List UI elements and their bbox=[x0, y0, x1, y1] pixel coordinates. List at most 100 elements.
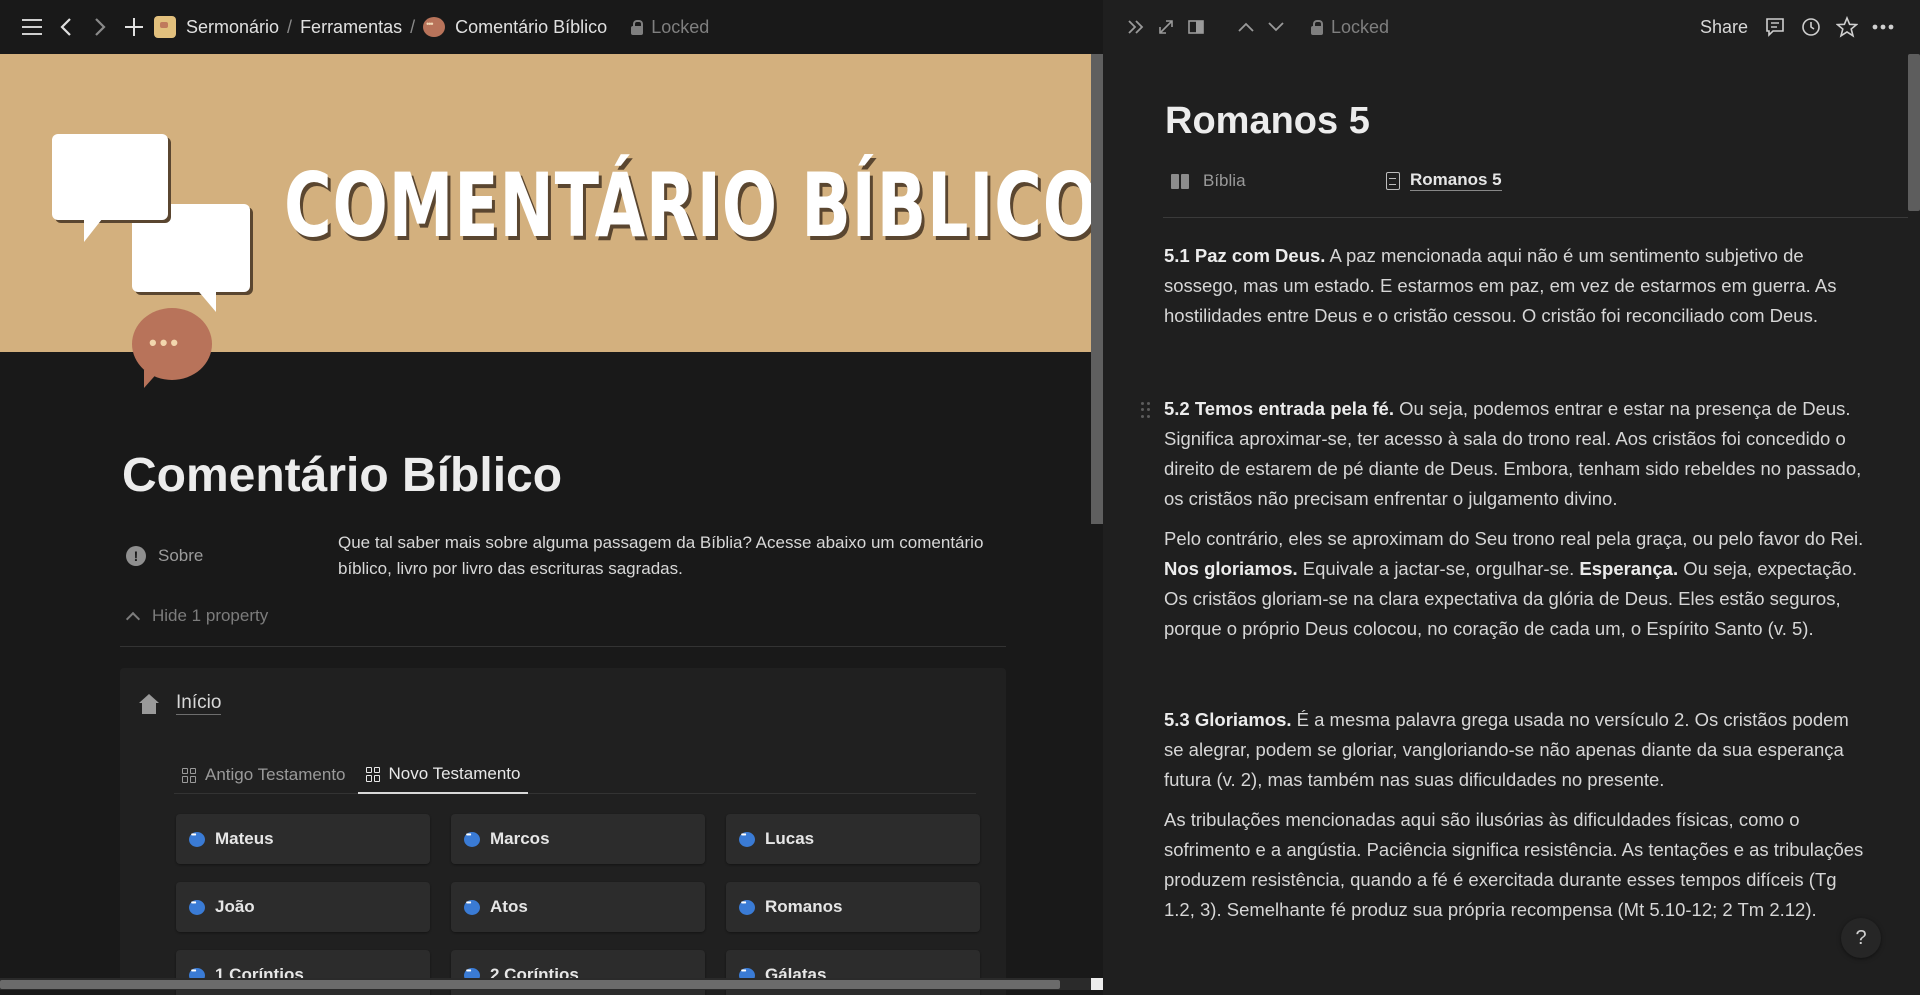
locked-label: Locked bbox=[1331, 16, 1390, 37]
card-label: João bbox=[215, 897, 255, 916]
breadcrumb-ferramentas[interactable]: Ferramentas bbox=[300, 17, 402, 38]
text-block-tribulacoes[interactable]: As tribulações mencionadas aqui são ilus… bbox=[1164, 805, 1864, 925]
scrollbar-corner bbox=[1091, 978, 1103, 990]
text-block-5-1[interactable]: 5.1 Paz com Deus. A paz mencionada aqui … bbox=[1164, 241, 1864, 331]
property-value[interactable]: Que tal saber mais sobre alguma passagem… bbox=[338, 530, 998, 582]
chat-bubble-icon bbox=[739, 831, 755, 847]
relation-value[interactable]: Romanos 5 bbox=[1386, 170, 1502, 191]
property-name[interactable]: ! Sobre bbox=[126, 530, 338, 582]
speech-bubble-icon bbox=[52, 134, 168, 242]
locked-indicator[interactable]: Locked bbox=[631, 17, 709, 38]
divider bbox=[1163, 217, 1908, 218]
document-icon bbox=[1386, 171, 1400, 190]
locked-label: Locked bbox=[651, 16, 710, 37]
tab-antigo-testamento[interactable]: Antigo Testamento bbox=[174, 756, 354, 794]
tab-novo-testamento[interactable]: Novo Testamento bbox=[357, 756, 529, 794]
locked-indicator[interactable]: Locked bbox=[1311, 17, 1389, 38]
chat-bubble-icon bbox=[464, 899, 480, 915]
vertical-scrollbar[interactable] bbox=[1908, 54, 1920, 211]
expand-icon[interactable] bbox=[1151, 12, 1181, 42]
text-block-5-2[interactable]: 5.2 Temos entrada pela fé. Ou seja, pode… bbox=[1164, 394, 1864, 514]
info-icon: ! bbox=[126, 546, 146, 566]
chat-bubble-icon bbox=[189, 899, 205, 915]
verse-heading: 5.3 Gloriamos. bbox=[1164, 709, 1292, 730]
more-options-icon[interactable] bbox=[1868, 12, 1898, 42]
lock-icon bbox=[631, 19, 644, 35]
verse-heading: 5.1 Paz com Deus. bbox=[1164, 245, 1326, 266]
gallery-cards: Mateus Marcos Lucas João Atos Romanos 1 … bbox=[176, 814, 980, 995]
card-label: Mateus bbox=[215, 829, 274, 848]
book-icon bbox=[1171, 173, 1191, 190]
breadcrumb-comentario-biblico[interactable]: Comentário Bíblico bbox=[455, 17, 607, 38]
sermonario-page-icon bbox=[154, 16, 176, 38]
paragraph-text: Pelo contrário, eles se aproximam do Seu… bbox=[1164, 528, 1864, 549]
chat-bubble-icon bbox=[464, 831, 480, 847]
chevron-up-icon[interactable] bbox=[1231, 12, 1261, 42]
emphasis-text: Nos gloriamos. bbox=[1164, 558, 1298, 579]
hide-property-label: Hide 1 property bbox=[152, 606, 269, 625]
card-marcos[interactable]: Marcos bbox=[451, 814, 705, 864]
home-icon bbox=[138, 693, 160, 714]
property-row-sobre: ! Sobre Que tal saber mais sobre alguma … bbox=[126, 530, 1006, 582]
peek-top-bar: Locked Share bbox=[1103, 0, 1920, 54]
menu-icon[interactable] bbox=[18, 13, 46, 41]
emphasis-text: Esperança. bbox=[1579, 558, 1679, 579]
tab-label: Novo Testamento bbox=[388, 764, 521, 783]
card-label: Atos bbox=[490, 897, 528, 916]
card-label: Lucas bbox=[765, 829, 815, 848]
side-peek-layout-icon[interactable] bbox=[1181, 12, 1211, 42]
chevron-up-icon bbox=[125, 611, 141, 627]
chevron-down-icon[interactable] bbox=[1261, 12, 1291, 42]
cover-banner-text: COMENTÁRIO BÍBLICO bbox=[284, 154, 1099, 257]
text-block-5-3[interactable]: 5.3 Gloriamos. É a mesma palavra grega u… bbox=[1164, 705, 1864, 795]
card-romanos[interactable]: Romanos bbox=[726, 882, 980, 932]
comment-icon[interactable] bbox=[1760, 12, 1790, 42]
gallery-icon bbox=[365, 766, 381, 782]
vertical-scrollbar[interactable] bbox=[1091, 54, 1103, 524]
comentario-page-icon bbox=[423, 17, 446, 37]
side-peek-pane: Locked Share Romanos 5 Bíblia Romanos 5 bbox=[1103, 0, 1920, 995]
chat-bubble-icon bbox=[739, 899, 755, 915]
hide-property-toggle[interactable]: Hide 1 property bbox=[125, 606, 269, 627]
gallery-icon bbox=[182, 767, 197, 783]
main-page-pane: Sermonário / Ferramentas / Comentário Bí… bbox=[0, 0, 1103, 995]
breadcrumb-separator: / bbox=[410, 16, 416, 37]
linked-database: Início Antigo Testamento Novo Testamento… bbox=[120, 668, 1006, 995]
card-atos[interactable]: Atos bbox=[451, 882, 705, 932]
peek-properties: Bíblia Romanos 5 bbox=[1171, 170, 1920, 191]
card-label: Marcos bbox=[490, 829, 550, 848]
close-peek-double-chevron-icon[interactable] bbox=[1121, 12, 1151, 42]
database-view-tabs: Antigo Testamento Novo Testamento bbox=[174, 756, 976, 794]
breadcrumb-separator: / bbox=[287, 16, 293, 37]
relation-property[interactable]: Bíblia bbox=[1171, 170, 1386, 191]
card-joao[interactable]: João bbox=[176, 882, 430, 932]
database-title[interactable]: Início bbox=[176, 692, 222, 715]
property-name-label: Sobre bbox=[158, 546, 204, 565]
star-icon[interactable] bbox=[1832, 12, 1862, 42]
forward-arrow-icon[interactable] bbox=[86, 13, 114, 41]
share-button[interactable]: Share bbox=[1700, 17, 1748, 38]
plus-icon[interactable] bbox=[120, 13, 148, 41]
relation-value-label: Romanos 5 bbox=[1410, 170, 1502, 191]
history-clock-icon[interactable] bbox=[1796, 12, 1826, 42]
text-block-5-2-continued[interactable]: Pelo contrário, eles se aproximam do Seu… bbox=[1164, 524, 1864, 644]
horizontal-scrollbar[interactable] bbox=[0, 980, 1060, 989]
page-title[interactable]: Comentário Bíblico bbox=[122, 448, 562, 503]
drag-handle-icon[interactable] bbox=[1141, 402, 1151, 418]
page-chat-icon[interactable]: ••• bbox=[132, 308, 212, 388]
card-lucas[interactable]: Lucas bbox=[726, 814, 980, 864]
breadcrumb-sermonario[interactable]: Sermonário bbox=[186, 17, 279, 38]
lock-icon bbox=[1311, 19, 1323, 35]
page-cover: COMENTÁRIO BÍBLICO bbox=[0, 54, 1098, 352]
top-bar: Sermonário / Ferramentas / Comentário Bí… bbox=[0, 0, 1103, 54]
card-mateus[interactable]: Mateus bbox=[176, 814, 430, 864]
database-header: Início bbox=[138, 692, 222, 715]
help-button[interactable]: ? bbox=[1841, 918, 1881, 958]
paragraph-text: Equivale a jactar-se, orgulhar-se. bbox=[1297, 558, 1580, 579]
divider bbox=[120, 646, 1006, 647]
chat-bubble-icon bbox=[189, 831, 205, 847]
back-arrow-icon[interactable] bbox=[52, 13, 80, 41]
peek-page-title[interactable]: Romanos 5 bbox=[1165, 100, 1370, 143]
tab-label: Antigo Testamento bbox=[205, 765, 346, 784]
card-label: Romanos bbox=[765, 897, 843, 916]
